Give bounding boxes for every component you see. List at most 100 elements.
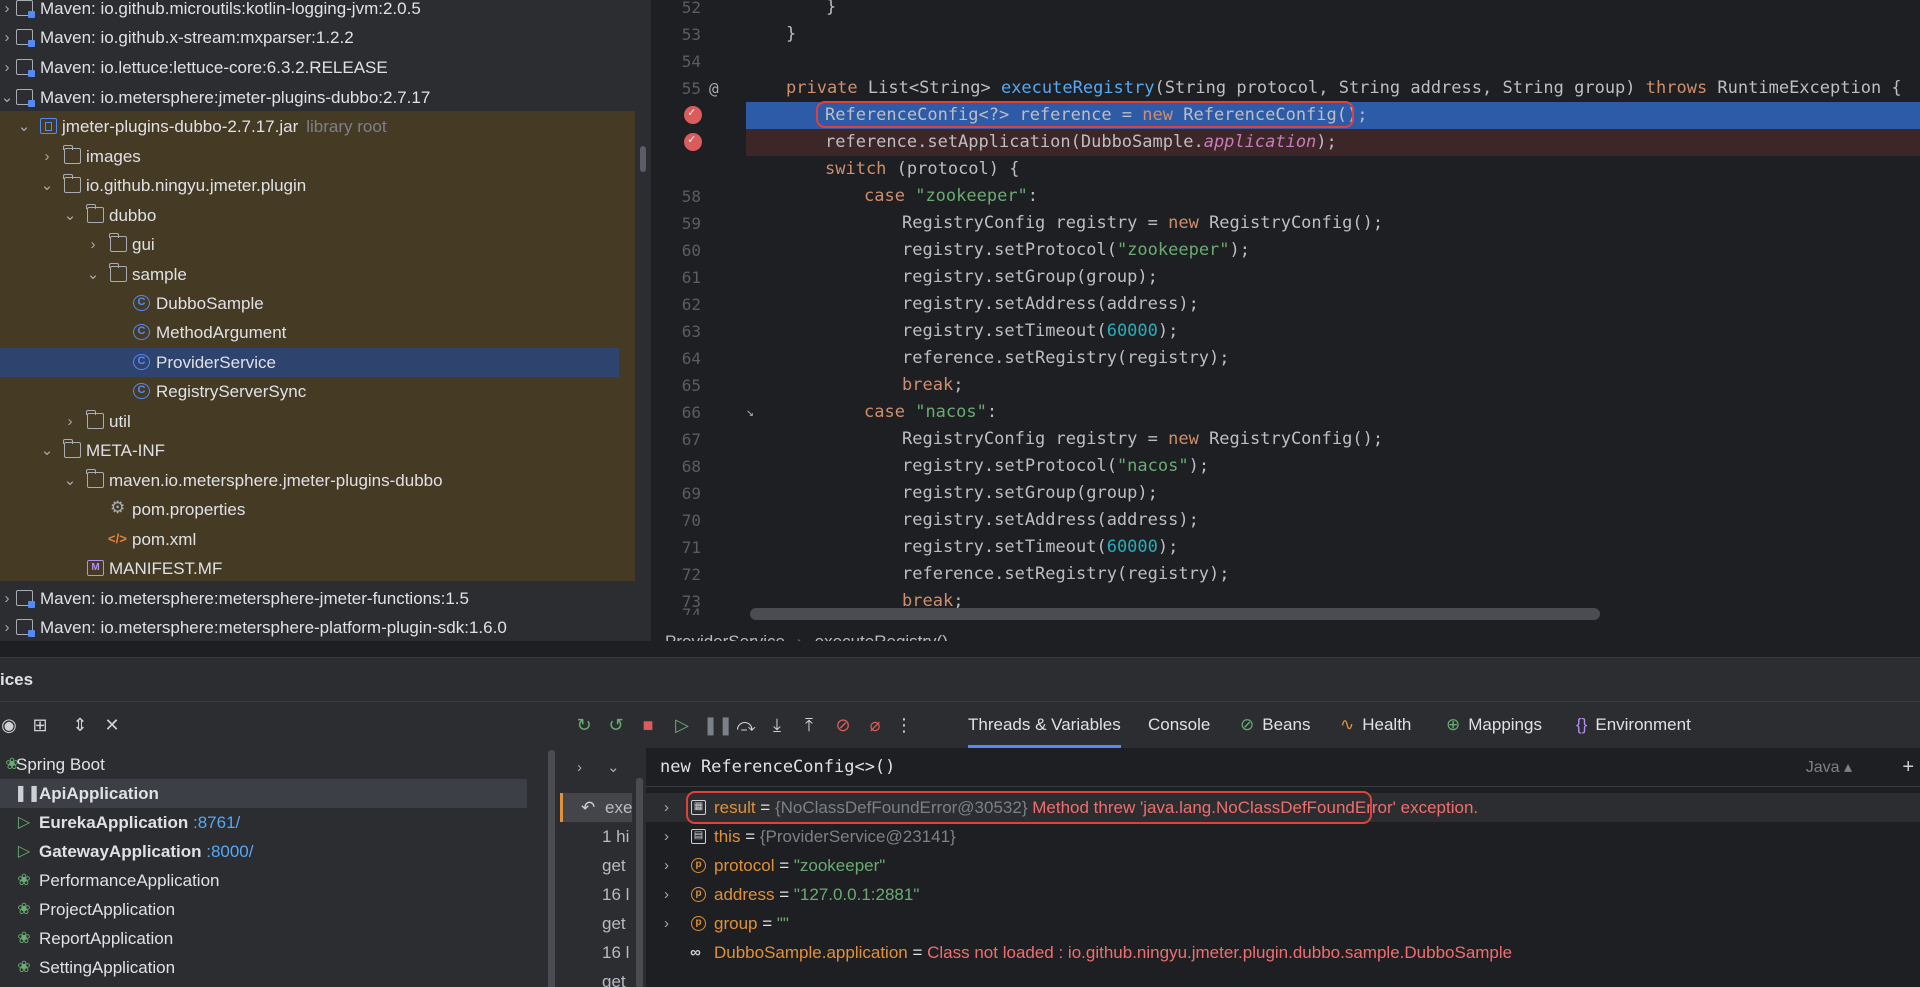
chevron-right-icon[interactable]: › <box>664 851 669 880</box>
chevron-right-icon[interactable]: › <box>664 822 669 851</box>
tab-beans[interactable]: ⊘ Beans <box>1240 702 1310 748</box>
chevron-right-icon[interactable]: › <box>664 793 669 822</box>
breadcrumb-method[interactable]: executeRegistry() <box>815 632 948 641</box>
tree-row[interactable]: C MethodArgument <box>0 318 651 347</box>
list-item[interactable]: ▷ EurekaApplication :8761/ <box>0 808 527 837</box>
tree-row[interactable]: ⌄ Maven: io.metersphere:jmeter-plugins-d… <box>0 83 651 112</box>
services-scrollbar[interactable] <box>548 750 555 987</box>
tree-row[interactable]: › Maven: io.metersphere:metersphere-jmet… <box>0 584 651 613</box>
list-item[interactable]: ↶ exe <box>560 793 632 822</box>
view-breakpoints-icon[interactable]: ⊘ <box>832 714 854 736</box>
tree-row[interactable]: ⌄ sample <box>0 260 651 289</box>
list-item[interactable]: ❀ Spring Boot <box>0 750 527 779</box>
list-item[interactable]: ❀ SettingApplication <box>0 953 527 982</box>
tree-row-selected[interactable]: C ProviderService <box>0 348 619 377</box>
chevron-right-icon[interactable]: › <box>63 407 77 436</box>
list-item[interactable]: ❀ ReportApplication <box>0 924 527 953</box>
mute-breakpoints-icon[interactable]: ⌀ <box>864 714 886 736</box>
list-item[interactable]: ❀ PerformanceApplication <box>0 866 527 895</box>
list-item[interactable]: 16 l <box>560 880 632 909</box>
restart-icon[interactable]: ↺ <box>605 714 627 736</box>
expand-all-icon[interactable]: ⇕ <box>69 714 91 736</box>
more-icon[interactable]: ⋮ <box>893 714 915 736</box>
add-watch-icon[interactable]: + <box>1902 748 1914 787</box>
tree-row[interactable]: ⌄ META-INF <box>0 436 651 465</box>
add-service-icon[interactable]: ⊞ <box>29 714 51 736</box>
chevron-down-icon[interactable]: ⌄ <box>63 466 77 495</box>
tree-row[interactable]: ⌄ io.github.ningyu.jmeter.plugin <box>0 171 651 200</box>
list-item[interactable]: get <box>560 851 632 880</box>
variable-row[interactable]: › p address = "127.0.0.1:2881" <box>646 880 1920 909</box>
expression-input[interactable]: new ReferenceConfig<>() <box>660 748 895 787</box>
chevron-right-icon[interactable]: › <box>0 613 14 641</box>
chevron-down-icon[interactable]: ⌄ <box>63 201 77 230</box>
chevron-right-icon[interactable]: › <box>86 230 100 259</box>
tree-row[interactable]: M MANIFEST.MF <box>0 554 651 583</box>
tab-health[interactable]: ∿ Health <box>1340 702 1411 748</box>
tree-row[interactable]: ⌄ jmeter-plugins-dubbo-2.7.17.jar library… <box>0 112 651 141</box>
evaluate-expression-bar[interactable]: new ReferenceConfig<>() Java ▴ + <box>646 748 1920 787</box>
tree-row[interactable]: </> pom.xml <box>0 525 651 554</box>
override-marker-icon[interactable]: @ <box>709 75 719 102</box>
chevron-right-icon[interactable]: › <box>0 53 14 82</box>
tab-environment[interactable]: {} Environment <box>1576 702 1691 748</box>
tree-row[interactable]: C RegistryServerSync <box>0 377 651 406</box>
step-into-icon[interactable]: ⤓ <box>766 714 788 736</box>
collapse-all-icon[interactable]: ✕ <box>101 714 123 736</box>
list-item[interactable]: 1 hi <box>560 822 632 851</box>
language-selector[interactable]: Java ▴ <box>1806 748 1852 787</box>
variable-row[interactable]: › ▤ this = {ProviderService@23141} <box>646 822 1920 851</box>
list-item[interactable]: get <box>560 967 632 987</box>
chevron-down-icon[interactable]: ⌄ <box>0 83 14 112</box>
tab-threads-variables[interactable]: Threads & Variables <box>968 702 1121 748</box>
chevron-right-icon[interactable]: › <box>0 584 14 613</box>
code-editor[interactable]: 52 53 54 55 58 59 60 61 62 63 64 65 66 6… <box>651 0 1920 641</box>
resume-icon[interactable]: ▷ <box>671 714 693 736</box>
chevron-down-icon[interactable]: ⌄ <box>607 748 620 787</box>
chevron-right-icon[interactable]: › <box>40 142 54 171</box>
variable-row[interactable]: › p group = "" <box>646 909 1920 938</box>
list-item[interactable]: ❀ ProjectApplication <box>0 895 527 924</box>
tree-row[interactable]: › gui <box>0 230 651 259</box>
frames-scrollbar[interactable] <box>636 778 643 987</box>
chevron-down-icon[interactable]: ⌄ <box>17 112 31 141</box>
list-item[interactable]: 16 l <box>560 938 632 967</box>
tree-row[interactable]: C DubboSample <box>0 289 651 318</box>
service-port-link[interactable]: :8761/ <box>193 813 240 832</box>
tree-row[interactable]: ⌄ maven.io.metersphere.jmeter-plugins-du… <box>0 466 651 495</box>
tree-row[interactable]: › images <box>0 142 651 171</box>
breakpoint-icon[interactable] <box>684 105 702 124</box>
chevron-right-icon[interactable]: › <box>664 880 669 909</box>
chevron-right-icon[interactable]: › <box>577 748 582 787</box>
breadcrumb-class[interactable]: ProviderService <box>665 632 785 641</box>
tree-row[interactable]: › Maven: io.lettuce:lettuce-core:6.3.2.R… <box>0 53 651 82</box>
list-item[interactable]: ▷ GatewayApplication :8000/ <box>0 837 527 866</box>
tree-row[interactable]: › util <box>0 407 651 436</box>
step-out-icon[interactable]: ⤒ <box>798 714 820 736</box>
variable-row[interactable]: › p protocol = "zookeeper" <box>646 851 1920 880</box>
rerun-icon[interactable]: ↻ <box>573 714 595 736</box>
chevron-down-icon[interactable]: ⌄ <box>86 260 100 289</box>
tree-row[interactable]: › Maven: io.github.microutils:kotlin-log… <box>0 0 651 23</box>
tab-mappings[interactable]: ⊕ Mappings <box>1446 702 1542 748</box>
tree-row[interactable]: ⚙ pom.properties <box>0 495 651 524</box>
chevron-right-icon[interactable]: › <box>0 23 14 52</box>
editor-horizontal-scrollbar[interactable] <box>750 608 1600 620</box>
tree-row[interactable]: ⌄ dubbo <box>0 201 651 230</box>
stop-icon[interactable]: ■ <box>637 714 659 736</box>
chevron-right-icon[interactable]: › <box>664 909 669 938</box>
tree-row[interactable]: › Maven: io.metersphere:metersphere-plat… <box>0 613 651 641</box>
chevron-right-icon[interactable]: › <box>0 0 14 23</box>
tab-console[interactable]: Console <box>1148 702 1210 748</box>
service-port-link[interactable]: :8000/ <box>206 842 253 861</box>
list-item[interactable]: get <box>560 909 632 938</box>
pause-icon[interactable]: ❚❚ <box>703 714 733 736</box>
step-over-icon[interactable]: ⤼ <box>735 714 757 736</box>
variable-row[interactable]: ∞ DubboSample.application = Class not lo… <box>646 938 1920 967</box>
chevron-down-icon[interactable]: ⌄ <box>40 171 54 200</box>
breakpoint-icon[interactable] <box>684 132 702 151</box>
chevron-down-icon[interactable]: ⌄ <box>40 436 54 465</box>
list-item[interactable]: ❚❚ ApiApplication <box>0 779 527 808</box>
tree-row[interactable]: › Maven: io.github.x-stream:mxparser:1.2… <box>0 23 651 52</box>
eye-icon[interactable]: ◉ <box>0 714 20 736</box>
